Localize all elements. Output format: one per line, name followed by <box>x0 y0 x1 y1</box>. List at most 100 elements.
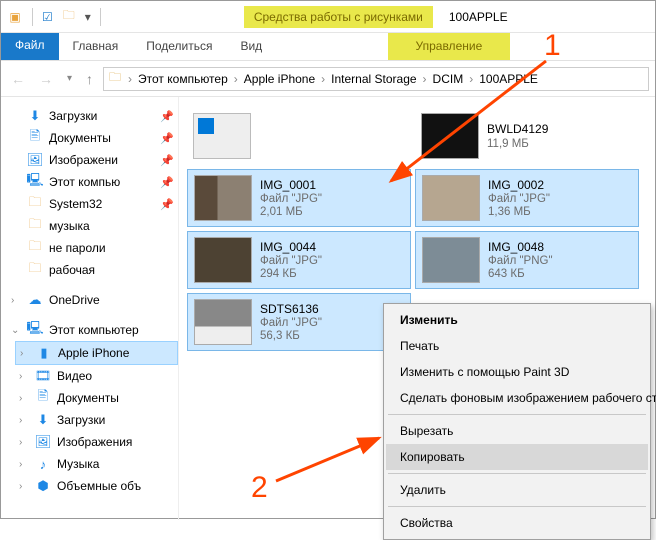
download-icon: ⬇ <box>35 412 51 428</box>
sidebar-item[interactable]: › 🖼 Изображения <box>15 431 178 453</box>
sidebar-item[interactable]: ⬇ Загрузки 📌 <box>7 105 178 127</box>
crumb[interactable]: DCIM <box>429 72 468 86</box>
file-meta: IMG_0044 Файл "JPG" 294 КБ <box>260 240 322 280</box>
sidebar-item-label: музыка <box>49 219 90 233</box>
sidebar-item[interactable]: 🖹 Документы 📌 <box>7 127 178 149</box>
sidebar-item[interactable]: 🗀 рабочая <box>7 259 178 281</box>
nav-row: ← → ▾ ↑ 🗀 › Этот компьютер › Apple iPhon… <box>1 61 655 97</box>
crumb[interactable]: Этот компьютер <box>134 72 232 86</box>
sidebar-item-label: Этот компьютер <box>49 323 139 337</box>
file-type: Файл "JPG" <box>488 193 550 205</box>
sidebar-item[interactable]: › 🖹 Документы <box>15 387 178 409</box>
recent-dropdown-icon[interactable]: ▾ <box>63 73 76 84</box>
chevron-right-icon[interactable]: › <box>19 437 29 448</box>
sidebar-item-onedrive[interactable]: › ☁ OneDrive <box>7 289 178 311</box>
folder-icon: 🗀 <box>104 68 126 89</box>
sidebar-item-label: не пароли <box>49 241 106 255</box>
pc-icon: 🖳 <box>27 174 43 190</box>
chevron-right-icon[interactable]: › <box>232 72 240 86</box>
file-size: 56,3 КБ <box>260 330 322 342</box>
doc-icon: 🖹 <box>35 390 51 406</box>
sidebar-item[interactable]: › ▮ Apple iPhone <box>15 341 178 365</box>
chevron-right-icon[interactable]: › <box>467 72 475 86</box>
crumb[interactable]: Apple iPhone <box>240 72 319 86</box>
video-icon: 🎞 <box>35 368 51 384</box>
tab-share[interactable]: Поделиться <box>132 33 226 60</box>
pc-icon: 🖳 <box>27 322 43 338</box>
context-menu-item[interactable]: Изменить с помощью Paint 3D <box>386 359 648 385</box>
sidebar-item-label: OneDrive <box>49 293 100 307</box>
folder-icon: 🗀 <box>27 262 43 278</box>
thumbnail <box>422 237 480 283</box>
folder-app-icon: ▣ <box>1 10 29 24</box>
chevron-down-icon[interactable]: ⌄ <box>11 325 21 336</box>
sidebar-item[interactable]: › 🎞 Видео <box>15 365 178 387</box>
crumb[interactable]: Internal Storage <box>327 72 420 86</box>
back-button[interactable]: ← <box>7 71 29 87</box>
quick-access-toolbar: ☑ 🗀 ▾ <box>36 6 97 27</box>
file-tile[interactable]: IMG_0002 Файл "JPG" 1,36 МБ <box>415 169 639 227</box>
chevron-right-icon[interactable]: › <box>19 393 29 404</box>
qat-checked-icon[interactable]: ☑ <box>42 10 53 24</box>
tab-manage[interactable]: Управление <box>388 33 511 60</box>
address-bar[interactable]: 🗀 › Этот компьютер › Apple iPhone › Inte… <box>103 67 649 91</box>
qat-folder-icon[interactable]: 🗀 <box>63 6 75 27</box>
sidebar-item[interactable]: 🗀 System32 📌 <box>7 193 178 215</box>
file-tile[interactable]: IMG_0001 Файл "JPG" 2,01 МБ <box>187 169 411 227</box>
context-menu-item[interactable]: Свойства <box>386 510 648 536</box>
chevron-right-icon[interactable]: › <box>20 348 30 359</box>
file-meta: IMG_0002 Файл "JPG" 1,36 МБ <box>488 178 550 218</box>
context-menu-item[interactable]: Сделать фоновым изображением рабочего ст… <box>386 385 648 411</box>
sidebar-item-thispc[interactable]: ⌄ 🖳 Этот компьютер <box>7 319 178 341</box>
thumbnail <box>421 113 479 159</box>
up-button[interactable]: ↑ <box>82 71 97 87</box>
sidebar-item[interactable]: 🖳 Этот компью 📌 <box>7 171 178 193</box>
cube-icon: ⬢ <box>35 478 51 494</box>
chevron-right-icon[interactable]: › <box>11 295 21 306</box>
context-menu-item[interactable]: Изменить <box>386 307 648 333</box>
tab-home[interactable]: Главная <box>59 33 133 60</box>
chevron-right-icon[interactable]: › <box>319 72 327 86</box>
thumbnail <box>194 299 252 345</box>
sidebar-item[interactable]: › ♪ Музыка <box>15 453 178 475</box>
file-name: IMG_0048 <box>488 240 553 254</box>
tab-file[interactable]: Файл <box>1 33 59 60</box>
sidebar-item[interactable]: 🖼 Изображени 📌 <box>7 149 178 171</box>
file-meta: SDTS6136 Файл "JPG" 56,3 КБ <box>260 302 322 342</box>
folder-icon: 🗀 <box>27 218 43 234</box>
sidebar-item-label: Документы <box>49 131 111 145</box>
file-type: Файл "JPG" <box>260 193 322 205</box>
sidebar-item[interactable]: › ⬢ Объемные объ <box>15 475 178 497</box>
chevron-right-icon[interactable]: › <box>126 72 134 86</box>
tab-view[interactable]: Вид <box>226 33 276 60</box>
context-menu-item[interactable]: Вырезать <box>386 418 648 444</box>
file-meta: BWLD4129 11,9 МБ <box>487 122 548 150</box>
context-menu-item[interactable]: Печать <box>386 333 648 359</box>
context-menu-item[interactable]: Удалить <box>386 477 648 503</box>
file-type: Файл "PNG" <box>488 255 553 267</box>
sidebar-item-label: Видео <box>57 369 92 383</box>
file-name: IMG_0002 <box>488 178 550 192</box>
file-type: Файл "JPG" <box>260 255 322 267</box>
file-tile[interactable]: SDTS6136 Файл "JPG" 56,3 КБ <box>187 293 411 351</box>
chevron-right-icon[interactable]: › <box>19 481 29 492</box>
sidebar-item-label: Apple iPhone <box>58 346 129 360</box>
crumb[interactable]: 100APPLE <box>475 72 542 86</box>
chevron-right-icon[interactable]: › <box>421 72 429 86</box>
qat-overflow-icon[interactable]: ▾ <box>85 10 91 24</box>
sidebar-item[interactable]: 🗀 музыка <box>7 215 178 237</box>
file-tile[interactable]: BWLD4129 11,9 МБ <box>415 107 639 165</box>
chevron-right-icon[interactable]: › <box>19 415 29 426</box>
file-tile[interactable] <box>187 107 411 165</box>
file-meta: IMG_0048 Файл "PNG" 643 КБ <box>488 240 553 280</box>
picture-tools-tab[interactable]: Средства работы с рисунками <box>244 6 433 28</box>
forward-button[interactable]: → <box>35 71 57 87</box>
file-tile[interactable]: IMG_0044 Файл "JPG" 294 КБ <box>187 231 411 289</box>
chevron-right-icon[interactable]: › <box>19 371 29 382</box>
sidebar-item-label: Объемные объ <box>57 479 141 493</box>
context-menu-item[interactable]: Копировать <box>386 444 648 470</box>
sidebar-item[interactable]: › ⬇ Загрузки <box>15 409 178 431</box>
file-tile[interactable]: IMG_0048 Файл "PNG" 643 КБ <box>415 231 639 289</box>
sidebar-item[interactable]: 🗀 не пароли <box>7 237 178 259</box>
chevron-right-icon[interactable]: › <box>19 459 29 470</box>
